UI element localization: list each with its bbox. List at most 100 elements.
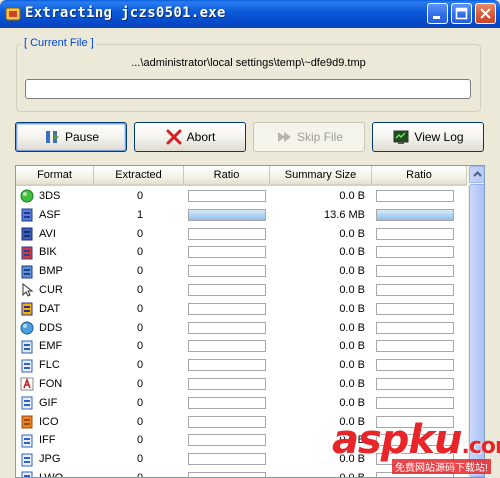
format-cell: GIF xyxy=(20,394,92,413)
table-row[interactable]: BIK 0 0.0 B xyxy=(16,243,467,262)
table-row[interactable]: BMP 0 0.0 B xyxy=(16,262,467,281)
size-ratio-cell xyxy=(374,206,458,225)
table-row[interactable]: FLC 0 0.0 B xyxy=(16,356,467,375)
asf-icon xyxy=(20,208,34,222)
size-ratio-cell xyxy=(374,300,458,319)
close-icon xyxy=(480,8,491,19)
size-ratio-cell xyxy=(374,356,458,375)
file-progress-bar xyxy=(25,79,471,99)
size-ratio-cell xyxy=(374,243,458,262)
format-cell: JPG xyxy=(20,450,92,469)
3ds-icon xyxy=(20,189,34,203)
summary-size: 0.0 B xyxy=(339,227,365,240)
format-cell: FLC xyxy=(20,356,92,375)
abort-button[interactable]: Abort xyxy=(134,122,246,152)
pause-button[interactable]: Pause xyxy=(15,122,127,152)
watermark-suffix: .com xyxy=(461,434,500,459)
ratio-cell xyxy=(186,281,268,300)
table-row[interactable]: ASF 1 13.6 MB xyxy=(16,206,467,225)
size-ratio-cell xyxy=(374,281,458,300)
format-name: DAT xyxy=(39,302,61,315)
lwo-icon xyxy=(20,471,34,477)
column-header-format[interactable]: Format xyxy=(16,166,94,184)
size-ratio-cell xyxy=(374,375,458,394)
minimize-button[interactable] xyxy=(427,3,448,24)
ratio-cell xyxy=(186,394,268,413)
column-header-summary-size[interactable]: Summary Size xyxy=(270,166,372,184)
size-ratio-bar xyxy=(376,227,454,240)
ratio-cell xyxy=(186,206,268,225)
table-row[interactable]: DDS 0 0.0 B xyxy=(16,319,467,338)
extracted-count: 0 xyxy=(136,302,144,315)
format-name: 3DS xyxy=(39,190,61,202)
format-cell: LWO xyxy=(20,469,92,477)
bmp-icon xyxy=(20,265,34,279)
view-log-button[interactable]: View Log xyxy=(372,122,484,152)
scroll-up-button[interactable] xyxy=(469,166,484,183)
table-row[interactable]: FON 0 0.0 B xyxy=(16,375,467,394)
pause-icon xyxy=(43,128,61,146)
ratio-bar-fill xyxy=(189,209,265,220)
size-ratio-bar xyxy=(376,246,454,259)
watermark-subtitle: 免费网站源码下载站! xyxy=(392,459,491,474)
current-file-group xyxy=(16,44,481,112)
title-bar[interactable]: Extracting jczs0501.exe xyxy=(0,0,500,28)
ratio-bar xyxy=(188,265,266,278)
size-ratio-bar xyxy=(376,190,454,202)
ratio-bar xyxy=(188,190,266,202)
format-cell: ICO xyxy=(20,413,92,432)
column-header-ratio[interactable]: Ratio xyxy=(184,166,270,184)
summary-size: 0.0 B xyxy=(339,321,365,334)
size-ratio-bar xyxy=(376,396,454,409)
ratio-bar xyxy=(188,246,266,259)
extracted-count: 0 xyxy=(136,396,144,409)
format-name: ICO xyxy=(39,415,59,428)
ratio-cell xyxy=(186,356,268,375)
skip-icon xyxy=(275,128,293,146)
skip-file-button[interactable]: Skip File xyxy=(253,122,365,152)
current-file-legend: [ Current File ] xyxy=(22,37,96,49)
summary-size: 0.0 B xyxy=(339,302,365,315)
table-row[interactable]: AVI 0 0.0 B xyxy=(16,225,467,244)
log-icon xyxy=(392,128,410,146)
gif-icon xyxy=(20,396,34,410)
abort-icon xyxy=(165,128,183,146)
size-ratio-bar xyxy=(376,265,454,278)
table-row[interactable]: CUR 0 0.0 B xyxy=(16,281,467,300)
format-name: BIK xyxy=(39,246,57,259)
ratio-bar xyxy=(188,283,266,296)
size-ratio-cell xyxy=(374,225,458,244)
ratio-cell xyxy=(186,413,268,432)
format-name: CUR xyxy=(39,283,63,296)
format-name: EMF xyxy=(39,340,63,353)
summary-size: 0.0 B xyxy=(339,471,365,478)
format-cell: BMP xyxy=(20,262,92,281)
extracted-count: 0 xyxy=(136,453,144,466)
avi-icon xyxy=(20,227,34,241)
iff-icon xyxy=(20,434,34,448)
ratio-cell xyxy=(186,187,268,206)
column-header-ratio-2[interactable]: Ratio xyxy=(372,166,467,184)
format-name: BMP xyxy=(39,265,63,278)
maximize-button[interactable] xyxy=(451,3,472,24)
format-cell: AVI xyxy=(20,225,92,244)
ratio-bar xyxy=(188,415,266,428)
summary-size: 0.0 B xyxy=(339,340,365,353)
ratio-cell xyxy=(186,431,268,450)
table-row[interactable]: 3DS 0 0.0 B xyxy=(16,187,467,206)
format-name: AVI xyxy=(39,227,56,240)
ratio-bar xyxy=(188,377,266,390)
table-row[interactable]: EMF 0 0.0 B xyxy=(16,337,467,356)
table-row[interactable]: DAT 0 0.0 B xyxy=(16,300,467,319)
format-name: JPG xyxy=(39,453,61,466)
site-watermark: aspku.com xyxy=(332,417,500,463)
format-name: IFF xyxy=(39,434,56,447)
table-row[interactable]: GIF 0 0.0 B xyxy=(16,394,467,413)
ratio-bar xyxy=(188,302,266,315)
emf-icon xyxy=(20,340,34,354)
column-header-extracted[interactable]: Extracted xyxy=(94,166,184,184)
bik-icon xyxy=(20,246,34,260)
close-button[interactable] xyxy=(475,3,496,24)
format-cell: DAT xyxy=(20,300,92,319)
extracted-count: 0 xyxy=(136,471,144,478)
